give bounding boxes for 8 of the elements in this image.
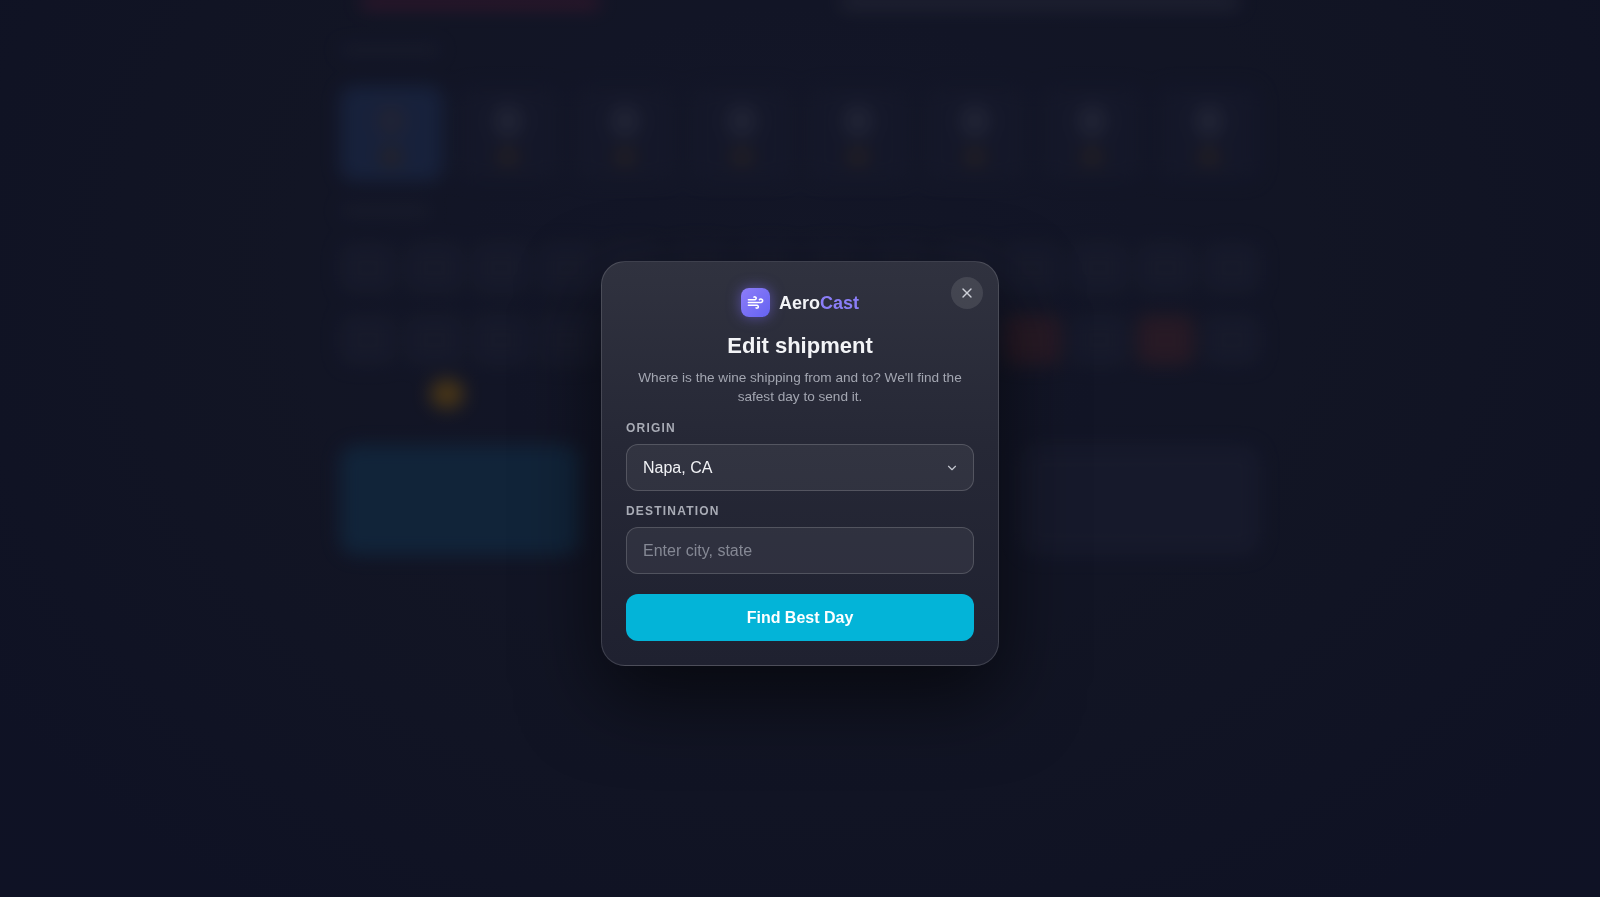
dropdown-field[interactable]: Napa, CA (626, 444, 974, 491)
field-label: ORIGIN (626, 421, 677, 436)
close-button[interactable] (951, 277, 983, 309)
field-label: DESTINATION (626, 504, 721, 519)
dialog-title: Edit shipment (726, 332, 874, 360)
dialog-description: Where is the wine shipping from and to? We'll find the safest day to send it. (637, 369, 963, 406)
brand-name: AeroCast (779, 291, 859, 314)
wind-logo-icon (741, 288, 770, 317)
